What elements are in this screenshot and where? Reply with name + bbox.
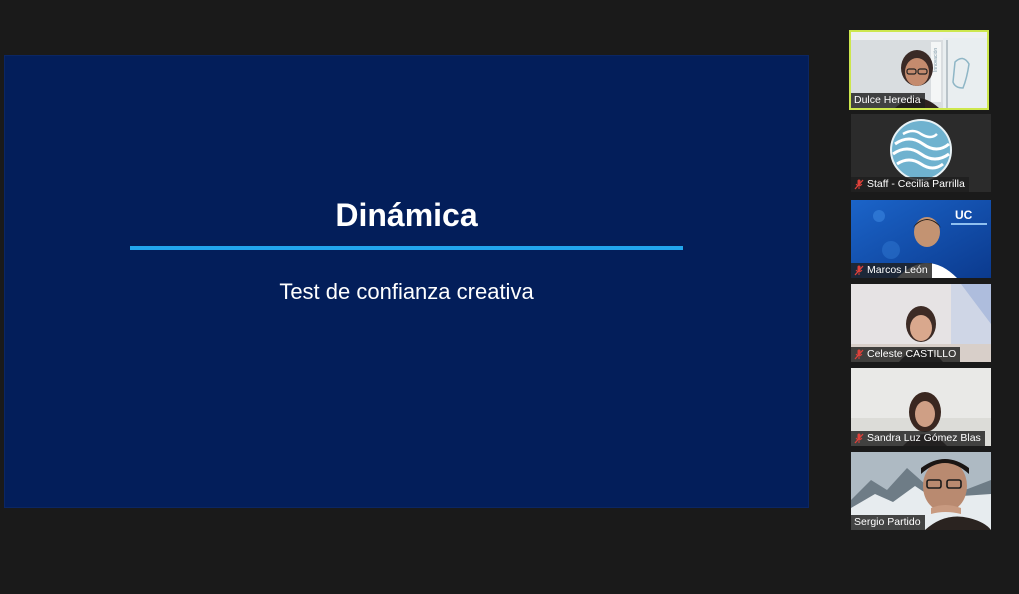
- meeting-window: Dinámica Test de confianza creativa Inno…: [0, 0, 1019, 594]
- participant-name-tag: Dulce Heredia: [851, 93, 925, 108]
- participant-name: Sandra Luz Gómez Blas: [867, 432, 981, 444]
- participant-name-tag: Marcos León: [851, 263, 932, 278]
- participant-name: Celeste CASTILLO: [867, 348, 957, 360]
- participant-tile-cecilia-parrilla[interactable]: Staff - Cecilia Parrilla: [851, 114, 991, 192]
- svg-text:UC: UC: [955, 208, 973, 222]
- participant-name-tag: Celeste CASTILLO: [851, 347, 961, 362]
- participant-name: Marcos León: [867, 264, 928, 276]
- participant-name: Dulce Heredia: [854, 94, 921, 106]
- slide-title: Dinámica: [335, 197, 478, 233]
- shared-screen-slide: Dinámica Test de confianza creativa: [5, 56, 808, 507]
- microphone-muted-icon: [854, 265, 864, 276]
- microphone-muted-icon: [854, 349, 864, 360]
- participant-tile-sergio-partido[interactable]: Sergio Partido: [851, 452, 991, 530]
- microphone-muted-icon: [854, 433, 864, 444]
- svg-text:Innovación: Innovación: [933, 48, 939, 72]
- slide-subtitle: Test de confianza creativa: [279, 279, 534, 304]
- participant-name: Staff - Cecilia Parrilla: [867, 178, 965, 190]
- participant-tile-sandra-gomez[interactable]: Sandra Luz Gómez Blas: [851, 368, 991, 446]
- participant-name-tag: Sergio Partido: [851, 515, 925, 530]
- participant-name-tag: Sandra Luz Gómez Blas: [851, 431, 985, 446]
- participant-tile-celeste-castillo[interactable]: Celeste CASTILLO: [851, 284, 991, 362]
- participant-tile-dulce-heredia[interactable]: Innovación Dulce Heredia: [849, 30, 989, 110]
- participant-tile-marcos-leon[interactable]: UC Marcos León: [851, 200, 991, 278]
- participant-name: Sergio Partido: [854, 516, 921, 528]
- microphone-muted-icon: [854, 179, 864, 190]
- participant-name-tag: Staff - Cecilia Parrilla: [851, 177, 969, 192]
- slide-title-underline: [130, 246, 683, 250]
